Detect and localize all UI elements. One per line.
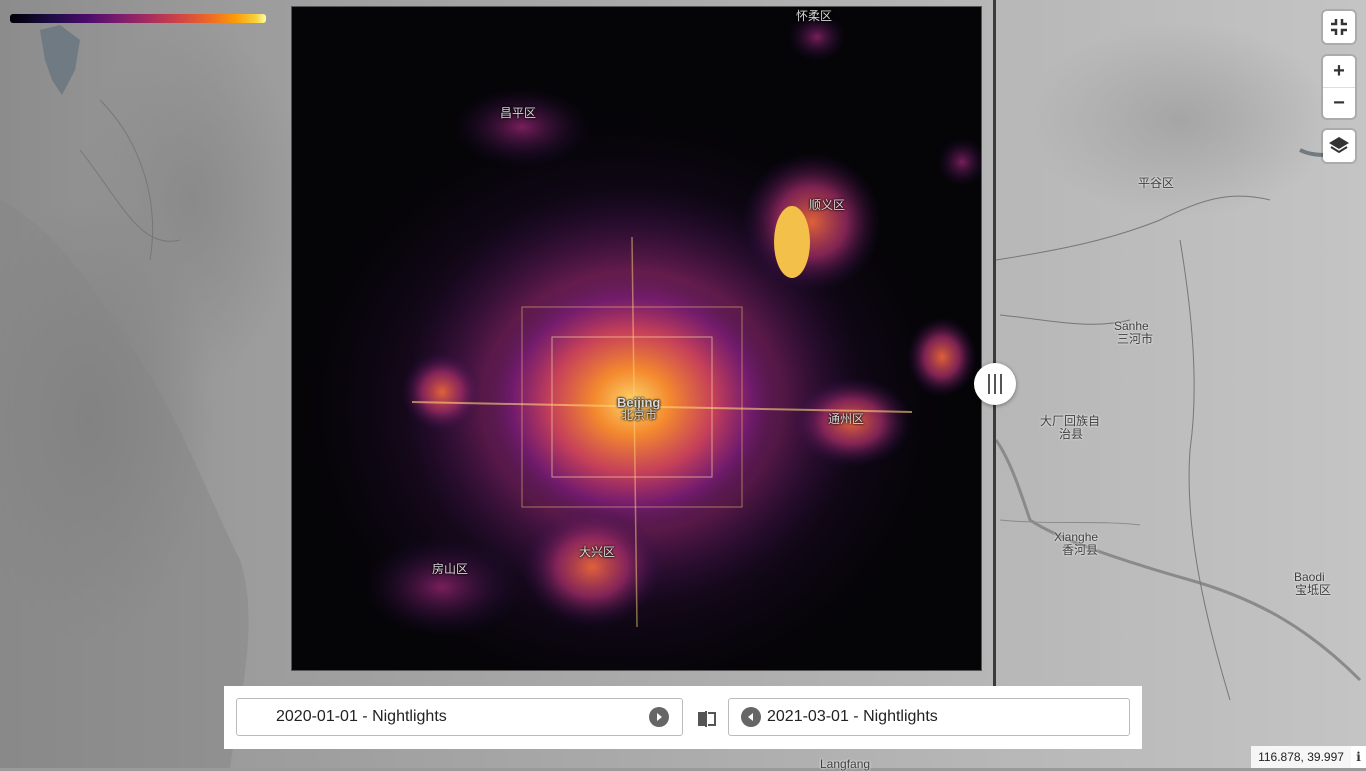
play-left-icon[interactable] <box>741 707 761 727</box>
left-date-label: 2020-01-01 - Nightlights <box>276 708 447 725</box>
grip-bar <box>994 374 996 394</box>
place-label-baodi-zh: 宝坻区 <box>1295 583 1332 597</box>
compare-date-panel: 2020-01-01 - Nightlights 2021-03-01 - Ni… <box>224 686 1142 749</box>
zoom-in-button[interactable]: + <box>1323 56 1355 88</box>
grip-bar <box>1000 374 1002 394</box>
place-label-shunyi: 顺义区 <box>809 198 846 212</box>
nightlights-raster <box>302 12 981 670</box>
info-button[interactable]: i <box>1351 746 1366 768</box>
place-label-langfang: Langfang <box>820 757 871 771</box>
layers-icon <box>1329 137 1349 154</box>
swipe-handle[interactable] <box>974 363 1016 405</box>
exit-fullscreen-icon <box>1331 19 1347 35</box>
cursor-coordinates: 116.878, 39.997 <box>1251 746 1351 768</box>
place-label-huairou: 怀柔区 <box>796 9 833 23</box>
place-label-dachang-2: 治县 <box>1059 427 1084 441</box>
place-label-daxing: 大兴区 <box>579 545 616 559</box>
colorbar-legend <box>10 14 266 23</box>
place-label-beijing-zh: 北京市 <box>621 408 658 422</box>
swipe-divider[interactable] <box>993 0 996 686</box>
compare-swap-icon[interactable] <box>697 709 717 729</box>
place-label-sanhe-zh: 三河市 <box>1117 332 1154 346</box>
place-label-fangshan: 房山区 <box>432 562 469 576</box>
place-label-xianghe-zh: 香河县 <box>1062 543 1099 557</box>
layers-button[interactable] <box>1323 130 1355 162</box>
grip-bar <box>988 374 990 394</box>
right-date-selector[interactable]: 2021-03-01 - Nightlights <box>728 698 1130 736</box>
zoom-control: + − <box>1323 56 1355 118</box>
place-label-pinggu: 平谷区 <box>1138 176 1175 190</box>
nightlights-overlay[interactable]: 怀柔区 昌平区 顺义区 Beijing 北京市 通州区 大兴区 房山区 <box>291 6 982 671</box>
zoom-out-button[interactable]: − <box>1323 88 1355 119</box>
left-date-selector[interactable]: 2020-01-01 - Nightlights <box>236 698 683 736</box>
place-label-changping: 昌平区 <box>500 106 537 120</box>
right-date-label: 2021-03-01 - Nightlights <box>767 708 938 725</box>
place-label-tongzhou: 通州区 <box>828 412 865 426</box>
exit-fullscreen-button[interactable] <box>1323 11 1355 43</box>
play-right-icon[interactable] <box>649 707 669 727</box>
